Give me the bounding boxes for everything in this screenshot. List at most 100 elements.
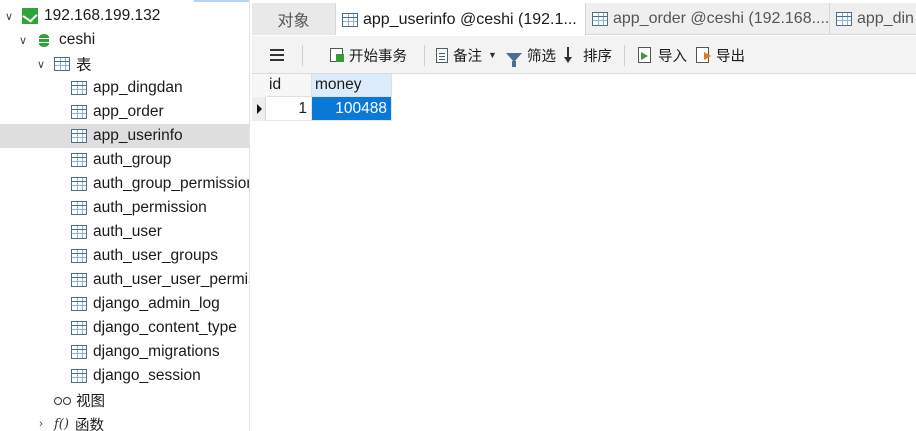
tree-tables-group[interactable]: ∨ 表: [0, 52, 249, 76]
transaction-icon: [330, 48, 344, 62]
table-name: auth_user: [93, 223, 162, 240]
glasses-icon: [54, 396, 71, 405]
tree-item-app-order[interactable]: app_order: [0, 100, 249, 124]
dropdown-caret-icon[interactable]: ▼: [488, 50, 497, 60]
tree-item-auth-group-permissions[interactable]: auth_group_permissions: [0, 172, 250, 196]
window-accent-line: [194, 0, 249, 2]
chevron-down-icon[interactable]: ∨: [16, 34, 30, 47]
navigator-tree: ∨ 192.168.199.132 ∨ ceshi ∨ 表 app_dingda…: [0, 0, 250, 431]
tree-item-app-dingdan[interactable]: app_dingdan: [0, 76, 249, 100]
database-label: ceshi: [59, 31, 96, 48]
table-name: django_admin_log: [93, 295, 220, 312]
table-icon: [71, 225, 87, 239]
toolbar-divider: [624, 45, 625, 66]
connection-label: 192.168.199.132: [44, 7, 161, 24]
toolbar: 开始事务 备注 ▼ 筛选 排序 导入 导出: [252, 36, 916, 74]
table-icon: [71, 297, 87, 311]
table-name: django_migrations: [93, 343, 220, 360]
data-grid: id money 1 100488: [252, 74, 916, 431]
tree-item-app-userinfo[interactable]: app_userinfo: [0, 124, 249, 148]
tab-label: app_order @ceshi (192.168....: [613, 10, 830, 27]
tab-app-userinfo[interactable]: app_userinfo @ceshi (192.1...: [336, 3, 586, 36]
sort-icon: [564, 47, 578, 63]
tree-item-django-session[interactable]: django_session: [0, 364, 249, 388]
tree-item-auth-permission[interactable]: auth_permission: [0, 196, 249, 220]
table-icon: [836, 12, 852, 26]
tree-item-auth-group[interactable]: auth_group: [0, 148, 249, 172]
note-button[interactable]: 备注 ▼: [436, 36, 497, 74]
export-button[interactable]: 导出: [696, 36, 745, 74]
note-label: 备注: [453, 48, 482, 65]
table-name: django_content_type: [93, 319, 237, 336]
table-name: auth_group_permissions: [93, 175, 250, 192]
cell-id[interactable]: 1: [266, 97, 312, 121]
table-name: app_dingdan: [93, 79, 183, 96]
menu-icon: [270, 49, 284, 61]
table-icon: [592, 12, 608, 26]
import-icon: [638, 47, 653, 63]
table-icon: [54, 57, 70, 71]
table-icon: [71, 321, 87, 335]
filter-button[interactable]: 筛选: [506, 36, 556, 74]
views-label: 视图: [76, 393, 105, 410]
tree-functions[interactable]: › f() 函数: [0, 412, 249, 431]
connection-icon: [22, 8, 38, 24]
tree-views[interactable]: 视图: [0, 388, 249, 412]
table-name: django_session: [93, 367, 201, 384]
toolbar-divider: [302, 45, 303, 66]
table-icon: [71, 345, 87, 359]
tab-label: app_din: [857, 10, 914, 27]
tree-item-auth-user[interactable]: auth_user: [0, 220, 249, 244]
tree-item-auth-user-user-permissions[interactable]: auth_user_user_permissions: [0, 268, 249, 292]
database-icon: [39, 33, 49, 47]
functions-label: 函数: [74, 417, 104, 431]
export-label: 导出: [716, 48, 745, 65]
import-button[interactable]: 导入: [638, 36, 687, 74]
begin-transaction-label: 开始事务: [349, 48, 407, 65]
cell-money[interactable]: 100488: [312, 97, 392, 121]
note-icon: [436, 47, 448, 63]
function-icon: f(): [54, 416, 69, 431]
tree-connection[interactable]: ∨ 192.168.199.132: [0, 4, 249, 28]
filter-label: 筛选: [527, 48, 556, 65]
tree-item-django-content-type[interactable]: django_content_type: [0, 316, 249, 340]
tab-app-order[interactable]: app_order @ceshi (192.168....: [586, 3, 830, 35]
table-name: app_order: [93, 103, 164, 120]
table-name: auth_user_groups: [93, 247, 218, 264]
table-icon: [71, 177, 87, 191]
chevron-down-icon[interactable]: ∨: [34, 58, 48, 71]
tree-item-auth-user-groups[interactable]: auth_user_groups: [0, 244, 249, 268]
table-icon: [71, 105, 87, 119]
begin-transaction-button[interactable]: 开始事务: [330, 36, 407, 74]
tree-database[interactable]: ∨ ceshi: [0, 28, 249, 52]
table-icon: [71, 249, 87, 263]
tab-app-dingdan[interactable]: app_din: [830, 3, 916, 35]
grid-corner: [252, 74, 266, 97]
table-icon: [71, 273, 87, 287]
tab-objects[interactable]: 对象: [252, 3, 336, 35]
tab-bar: 对象 app_userinfo @ceshi (192.1... app_ord…: [252, 3, 916, 36]
column-header-id[interactable]: id: [266, 74, 312, 97]
export-icon: [696, 47, 711, 63]
table-name: auth_permission: [93, 199, 207, 216]
chevron-down-icon[interactable]: ∨: [2, 10, 16, 23]
tab-label: 对象: [277, 13, 310, 30]
import-label: 导入: [658, 48, 687, 65]
sort-button[interactable]: 排序: [564, 36, 612, 74]
chevron-right-icon[interactable]: ›: [34, 418, 48, 430]
table-icon: [71, 153, 87, 167]
current-row-marker-icon[interactable]: [252, 97, 266, 121]
table-name: app_userinfo: [93, 127, 183, 144]
sort-label: 排序: [583, 48, 612, 65]
table-name: auth_group: [93, 151, 172, 168]
table-icon: [71, 369, 87, 383]
column-header-money[interactable]: money: [312, 74, 392, 97]
table-name: auth_user_user_permissions: [93, 271, 249, 288]
tree-item-django-migrations[interactable]: django_migrations: [0, 340, 249, 364]
menu-button[interactable]: [270, 36, 289, 74]
tab-label: app_userinfo @ceshi (192.1...: [363, 10, 577, 28]
tree-item-django-admin-log[interactable]: django_admin_log: [0, 292, 249, 316]
tables-group-label: 表: [76, 57, 92, 74]
table-icon: [71, 201, 87, 215]
toolbar-divider: [424, 45, 425, 66]
